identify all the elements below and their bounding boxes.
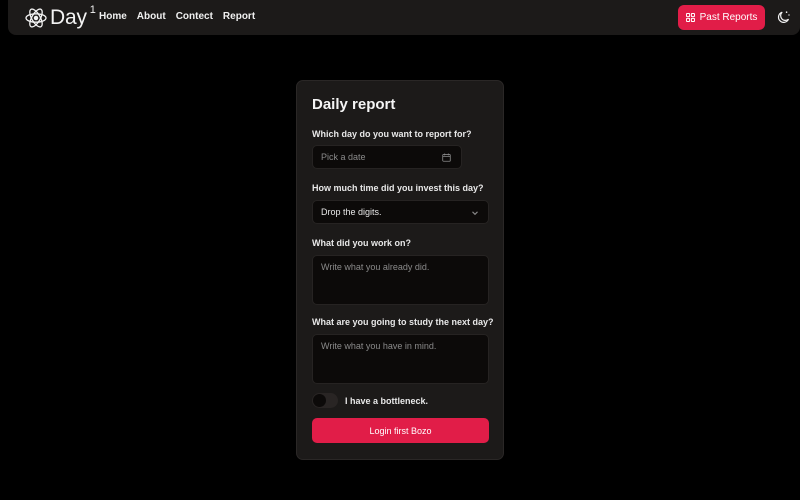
time-label: How much time did you invest this day? [312,183,484,193]
next-day-textarea[interactable] [312,334,489,384]
date-placeholder: Pick a date [321,152,366,162]
work-textarea[interactable] [312,255,489,305]
time-select-value: Drop the digits. [321,207,382,217]
logo-text: Day [50,6,87,29]
theme-toggle-moon-icon[interactable] [777,10,791,24]
submit-label: Login first Bozo [369,425,432,436]
navbar: Day 1 Home About Contect Report Past Rep… [8,0,800,35]
next-day-label: What are you going to study the next day… [312,317,494,327]
submit-button[interactable]: Login first Bozo [312,418,489,443]
atom-logo-icon [25,8,47,28]
nav-home[interactable]: Home [99,11,127,22]
bottleneck-switch[interactable] [312,393,338,408]
past-reports-label: Past Reports [699,12,758,23]
nav-links: Home About Contect Report [99,11,255,22]
past-reports-button[interactable]: Past Reports [678,5,765,30]
page-title: Daily report [312,96,396,113]
time-select[interactable]: Drop the digits. [312,200,489,224]
grid-icon [685,13,695,22]
calendar-icon [442,153,451,162]
nav-about[interactable]: About [137,11,166,22]
nav-contact[interactable]: Contect [176,11,213,22]
daily-report-card: Daily report Which day do you want to re… [296,80,504,460]
chevron-down-icon [472,211,478,216]
work-label: What did you work on? [312,238,411,248]
date-label: Which day do you want to report for? [312,129,472,139]
bottleneck-label[interactable]: I have a bottleneck. [345,396,428,406]
bottleneck-row: I have a bottleneck. [312,393,428,408]
switch-thumb [313,394,326,407]
logo[interactable]: Day 1 [24,4,96,31]
nav-report[interactable]: Report [223,11,255,22]
date-picker-button[interactable]: Pick a date [312,145,462,169]
logo-superscript: 1 [89,4,96,16]
